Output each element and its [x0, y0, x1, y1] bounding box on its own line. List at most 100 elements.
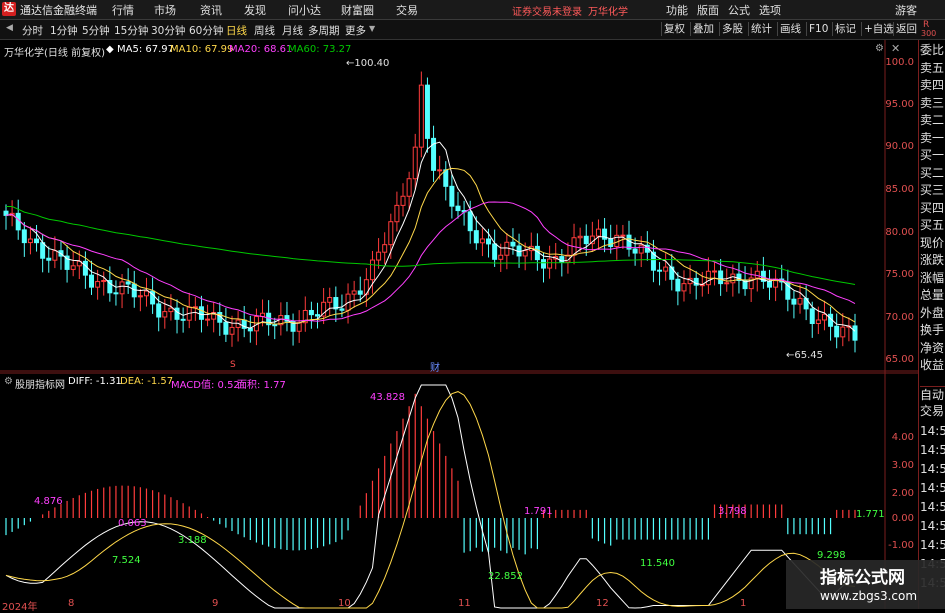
tab-15min[interactable]: 15分钟 [114, 23, 148, 38]
menu-trade[interactable]: 交易 [396, 2, 418, 18]
candle [632, 237, 638, 266]
macd-annotation: 7.524 [112, 555, 141, 566]
menu-wealth-circle[interactable]: 财富圈 [341, 2, 374, 18]
candle [34, 224, 40, 252]
date-label: 12 [596, 598, 609, 609]
macd-annotation: 1.771 [856, 509, 885, 520]
menu-function[interactable]: 功能 [666, 2, 688, 18]
quote-side-panel: R 300 委比 卖五 卖四 卖三 卖二 卖一 买一 买二 买三 买四 买五 现价 涨跌 涨幅 总量 外盘 换手… [918, 20, 945, 609]
candle [382, 232, 388, 265]
finance-marker[interactable]: 财 [430, 359, 440, 374]
candle [504, 233, 510, 270]
f10-button[interactable]: F10 [806, 22, 830, 36]
tab-1min[interactable]: 1分钟 [50, 23, 78, 38]
multi-stock-button[interactable]: 多股 [719, 22, 745, 36]
side-item: 涨跌 [920, 253, 945, 267]
left-arrow-icon[interactable]: ◀ [6, 23, 13, 33]
candle [3, 204, 9, 230]
adjust-button[interactable]: 复权 [661, 22, 687, 36]
candle [424, 77, 430, 153]
tab-weekly[interactable]: 周线 [254, 23, 275, 38]
candle [400, 183, 406, 217]
menu-news[interactable]: 资讯 [200, 2, 222, 18]
side-item: 收益 [920, 358, 945, 372]
ma10-line [5, 167, 856, 325]
tick-time: 14:56 [920, 500, 945, 514]
menu-market[interactable]: 市场 [154, 2, 176, 18]
tab-multi-period[interactable]: 多周期 [308, 23, 340, 38]
candle [821, 300, 827, 331]
menu-formula[interactable]: 公式 [728, 2, 750, 18]
draw-line-button[interactable]: 画线 [777, 22, 803, 36]
candle [40, 233, 46, 273]
side-item: 外盘 [920, 305, 945, 320]
tab-60min[interactable]: 60分钟 [189, 23, 223, 38]
diff-line [5, 384, 856, 609]
signal-marker: S [230, 360, 236, 370]
menu-options[interactable]: 选项 [759, 2, 781, 18]
candle [589, 221, 595, 252]
side-item: 买二 [920, 165, 945, 180]
candle [797, 284, 803, 314]
back-button[interactable]: 返回 [893, 22, 919, 36]
candle [284, 301, 290, 332]
candle [431, 125, 437, 182]
candle [217, 302, 223, 336]
candle [724, 268, 730, 292]
high-price-label: ←100.40 [346, 58, 390, 69]
add-watchlist-button[interactable]: +自选 [861, 22, 896, 36]
side-trade[interactable]: 交易 [920, 403, 945, 420]
menu-ask[interactable]: 问小达 [288, 2, 321, 18]
overlay-button[interactable]: 叠加 [690, 22, 716, 36]
dea-line [5, 391, 856, 609]
statistics-button[interactable]: 统计 [748, 22, 774, 36]
candle [828, 306, 834, 341]
candle [308, 301, 314, 329]
user-guest[interactable]: 游客 [895, 2, 917, 18]
candle [52, 236, 58, 269]
tick-time: 14:56 [920, 519, 945, 533]
side-top-300: 300 [921, 29, 937, 38]
candle [333, 286, 339, 322]
app-title: 通达信金融终端 [20, 4, 97, 17]
candle [21, 222, 27, 257]
candle [223, 307, 229, 342]
mark-button[interactable]: 标记 [832, 22, 858, 36]
candle [693, 270, 699, 300]
macd-series [5, 384, 856, 609]
candle [803, 285, 809, 321]
menu-quotes[interactable]: 行情 [112, 2, 134, 18]
candle [510, 228, 516, 255]
tab-intraday[interactable]: 分时 [22, 23, 43, 38]
side-auto[interactable]: 自动 [920, 386, 945, 404]
macd-tick: 3.00 [891, 460, 914, 471]
tab-30min[interactable]: 30分钟 [151, 23, 185, 38]
tab-5min[interactable]: 5分钟 [82, 23, 110, 38]
tab-monthly[interactable]: 月线 [282, 23, 303, 38]
high-price-value: 100.40 [354, 58, 390, 69]
trade-login-notice[interactable]: 证券交易未登录 [512, 3, 582, 18]
more-dropdown-icon[interactable]: ▼ [369, 24, 375, 33]
macd-annotation: 43.828 [370, 392, 405, 403]
macd-tick: 4.00 [891, 432, 914, 443]
candle [657, 262, 663, 286]
menu-bar: 达 通达信金融终端 行情 市场 资讯 发现 问小达 财富圈 交易 证券交易未登录… [0, 0, 945, 20]
candle [180, 307, 186, 333]
tab-daily[interactable]: 日线 [226, 23, 247, 38]
candle [46, 246, 52, 273]
price-tick: 95.00 [885, 99, 914, 110]
low-price-label: ←65.45 [786, 350, 824, 361]
side-item: 买四 [920, 200, 945, 215]
menu-layout[interactable]: 版面 [697, 2, 719, 18]
candle [773, 269, 779, 302]
tick-time: 14:56 [920, 481, 945, 495]
candle [528, 232, 534, 261]
date-label: 9 [212, 598, 219, 609]
app-logo-icon: 达 [2, 2, 16, 16]
price-tick: 80.00 [885, 227, 914, 238]
price-tick: 75.00 [885, 269, 914, 280]
side-item: 委比 [920, 43, 945, 57]
tab-more[interactable]: 更多 [345, 23, 366, 38]
menu-discover[interactable]: 发现 [244, 2, 266, 18]
candle [675, 272, 681, 306]
